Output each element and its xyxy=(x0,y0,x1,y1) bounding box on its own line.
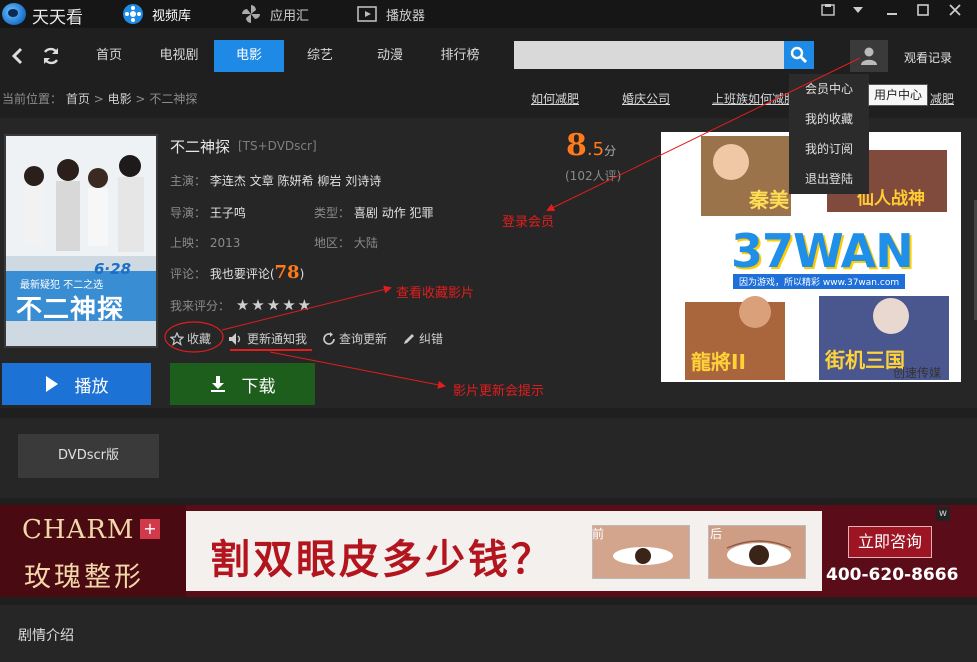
annotation-overlay xyxy=(164,57,861,389)
annotation-arrow xyxy=(546,57,861,211)
annotation-favorites: 查看收藏影片 xyxy=(396,286,475,301)
annotation-circle xyxy=(164,321,224,353)
annotation-arrow xyxy=(221,285,392,331)
annotation-arrow xyxy=(269,351,446,389)
annotation-login: 登录会员 xyxy=(502,215,555,230)
annotation-update: 影片更新会提示 xyxy=(453,384,545,399)
